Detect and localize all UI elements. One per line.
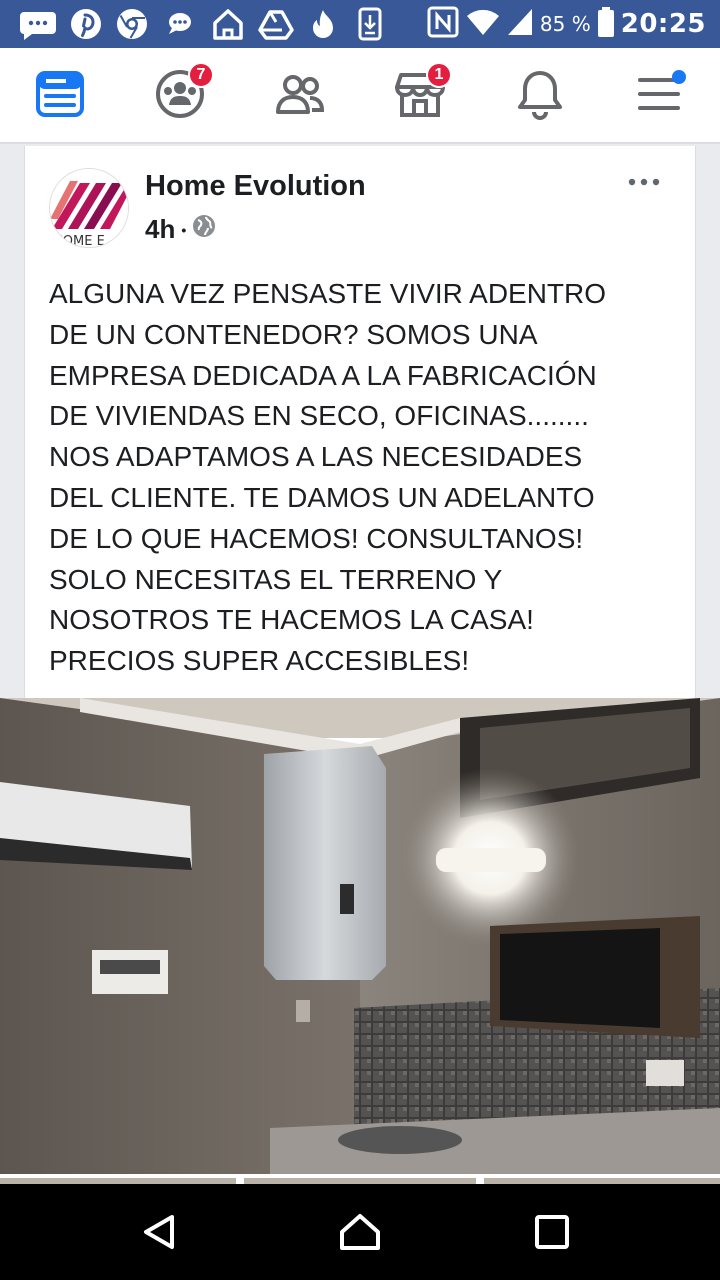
pinterest-icon [68, 6, 104, 47]
recents-square-icon [534, 1214, 570, 1255]
wifi-icon [466, 7, 500, 42]
nfc-icon [426, 5, 460, 44]
menu-notification-dot [672, 70, 686, 84]
news-feed-icon [35, 70, 85, 123]
tab-notifications[interactable] [510, 66, 570, 126]
meta-separator: • [181, 221, 187, 238]
drive-icon [258, 6, 294, 47]
more-dots-icon [627, 174, 661, 191]
post-text: ALGUNA VEZ PENSASTE VIVIR ADENTRO DE UN … [49, 278, 607, 677]
tab-marketplace[interactable]: 1 [390, 62, 452, 126]
page-avatar[interactable]: HOME E [49, 168, 129, 248]
marketplace-badge: 1 [426, 62, 452, 88]
back-button[interactable] [138, 1212, 182, 1256]
tab-friends[interactable] [270, 66, 330, 126]
home-app-icon [210, 6, 246, 47]
tab-news-feed[interactable] [30, 66, 90, 126]
back-triangle-icon [140, 1212, 180, 1257]
download-icon [354, 6, 386, 47]
chrome-icon [114, 6, 150, 47]
battery-percent: 85 % [539, 12, 591, 36]
android-navigation-bar [0, 1184, 720, 1280]
recents-button[interactable] [530, 1212, 574, 1256]
notifications-icon [516, 68, 564, 125]
post-options-button[interactable] [627, 174, 661, 192]
page-name[interactable]: Home Evolution [145, 170, 366, 203]
photo-thumbnails-strip [0, 1174, 720, 1184]
post-photo[interactable] [0, 698, 720, 1174]
home-button[interactable] [338, 1212, 382, 1256]
friends-icon [274, 70, 326, 123]
top-nav-bar: 7 1 [0, 48, 720, 144]
avatar-logo-text: HOME E [53, 234, 105, 248]
status-bar: 85 % 20:25 [0, 0, 720, 48]
tab-groups[interactable]: 7 [150, 62, 214, 126]
signal-icon [506, 7, 534, 42]
tinder-icon [306, 6, 340, 47]
messages-icon [18, 6, 58, 47]
chat-icon [164, 6, 196, 47]
home-icon [338, 1212, 382, 1257]
post-time[interactable]: 4h [145, 214, 175, 245]
globe-icon [192, 214, 216, 245]
battery-icon [597, 6, 615, 43]
groups-badge: 7 [188, 62, 214, 88]
tab-menu[interactable] [630, 66, 690, 126]
post-meta: 4h • [145, 214, 216, 245]
clock: 20:25 [620, 9, 706, 39]
